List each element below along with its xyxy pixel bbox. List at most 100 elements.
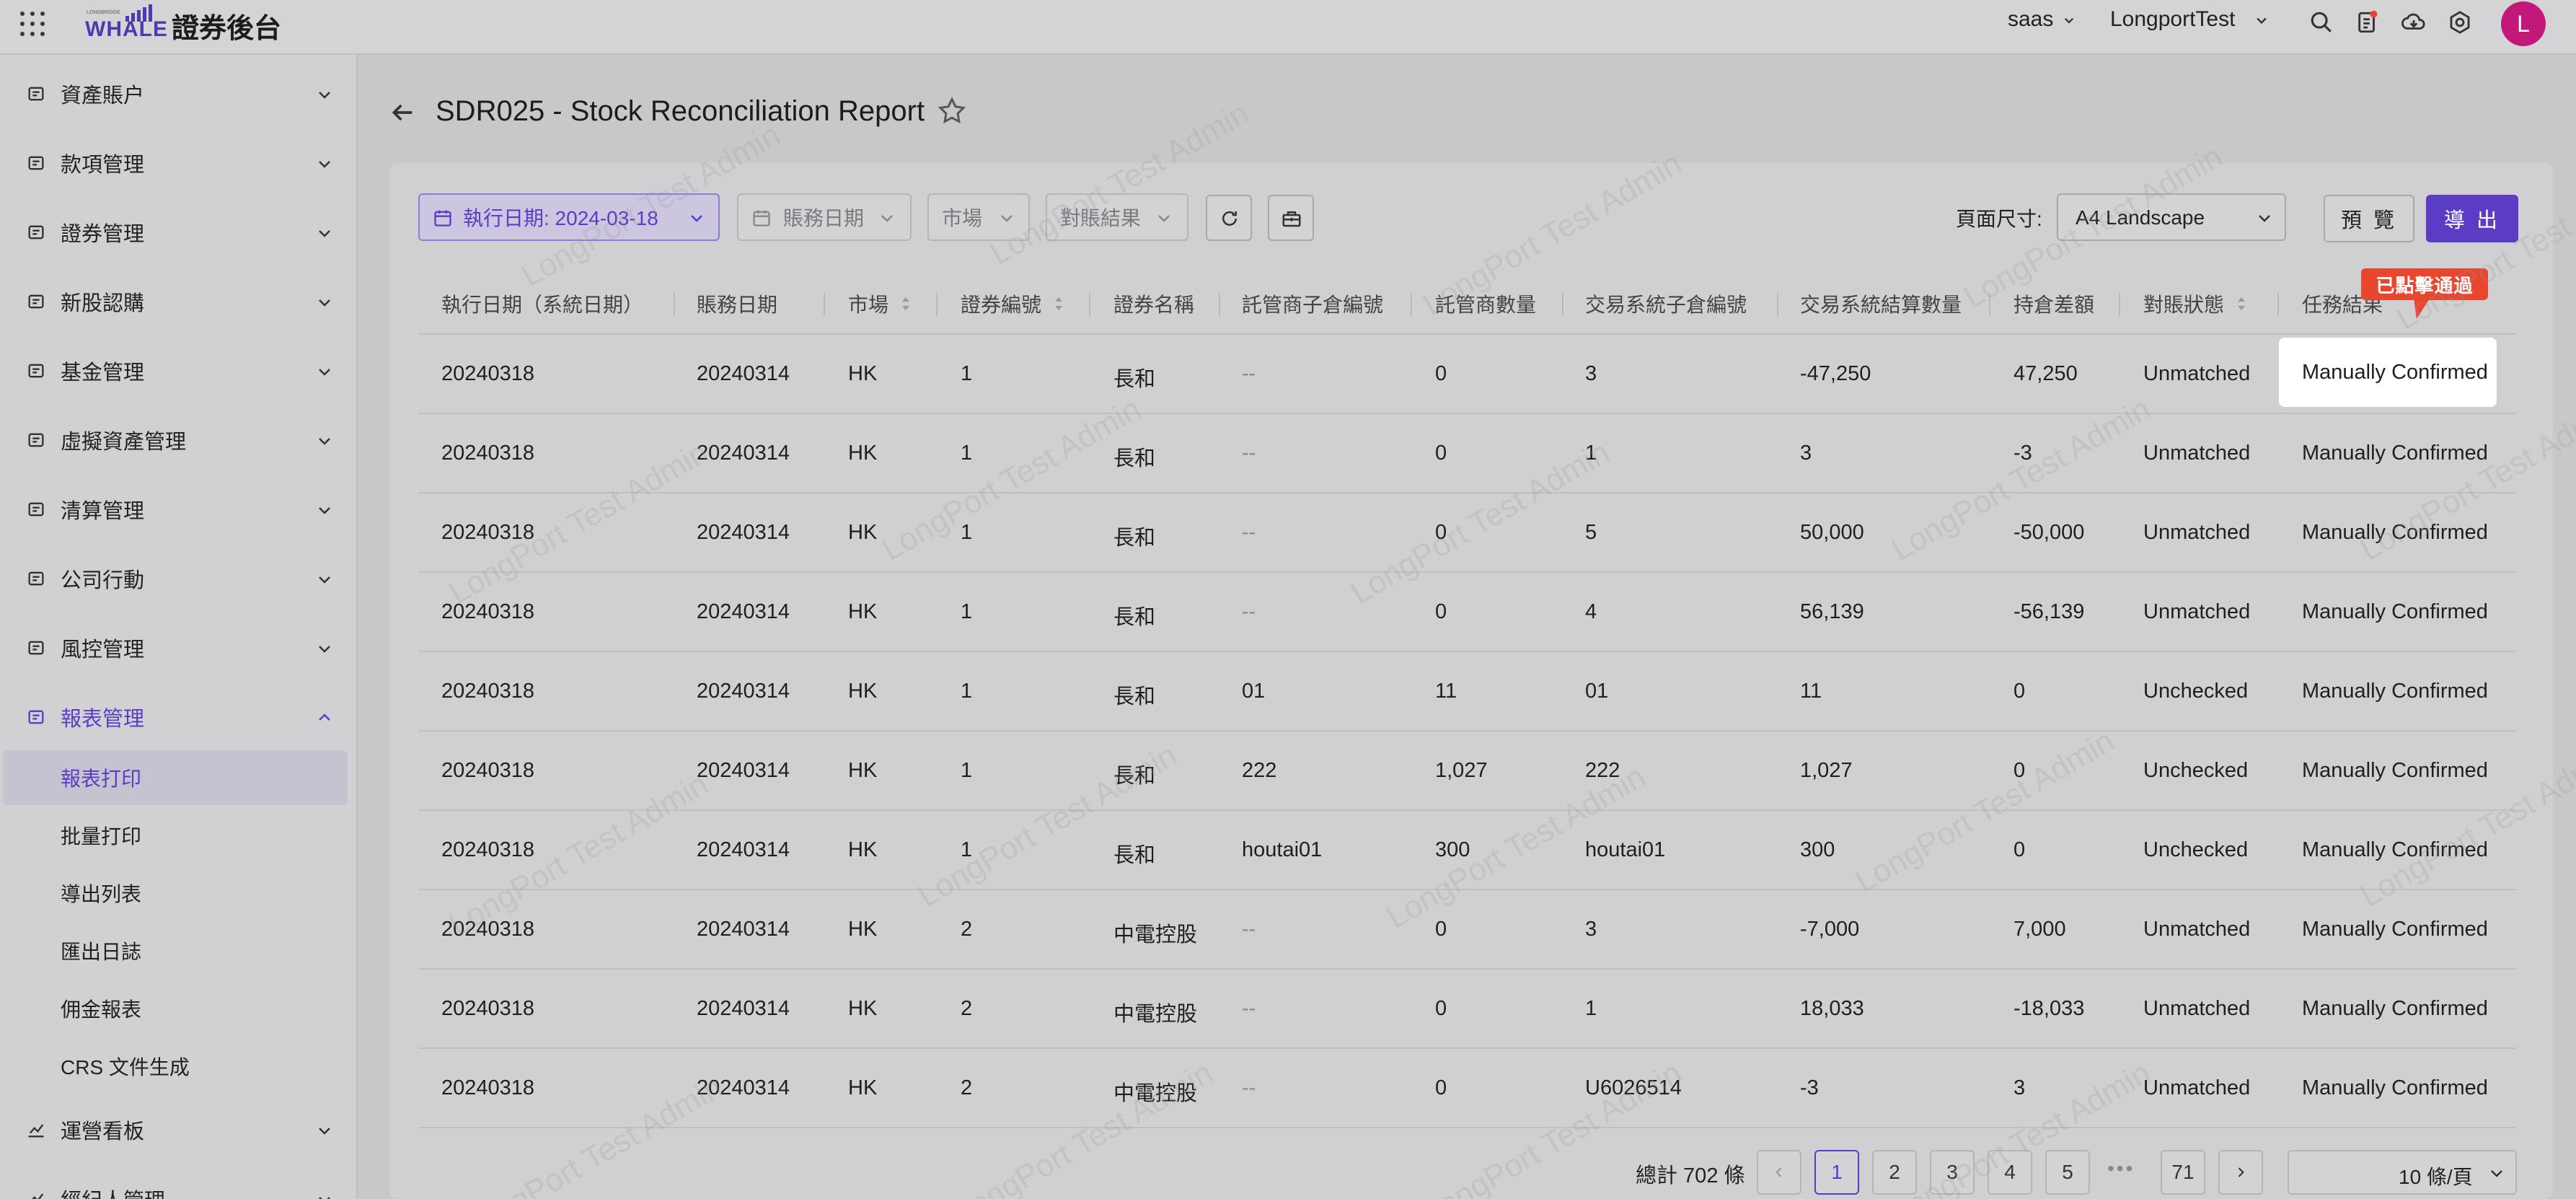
sidebar-item-3[interactable]: 證券管理 bbox=[0, 207, 358, 258]
sidebar-item-8[interactable]: 公司行動 bbox=[0, 553, 358, 604]
page-last[interactable]: 71 bbox=[2161, 1150, 2205, 1195]
avatar[interactable]: L bbox=[2501, 1, 2546, 46]
pagination-ellipsis[interactable]: ••• bbox=[2107, 1157, 2135, 1180]
table-cell: 222 bbox=[1585, 759, 1620, 782]
market-filter[interactable]: 市場 bbox=[927, 193, 1030, 241]
sidebar-subitem-2[interactable]: 批量打印 bbox=[0, 808, 358, 863]
sidebar-item-4[interactable]: 新股認購 bbox=[0, 276, 358, 327]
toolbox-button[interactable] bbox=[1268, 195, 1314, 241]
pagination-total: 總計 702 條 bbox=[1636, 1164, 1745, 1187]
sidebar-item-after-1[interactable]: 運營看板 bbox=[0, 1104, 358, 1155]
page-4[interactable]: 4 bbox=[1988, 1150, 2032, 1195]
apps-grid-icon[interactable] bbox=[20, 12, 46, 38]
sidebar-item-1[interactable]: 資產賬户 bbox=[0, 69, 358, 119]
sidebar-subitem-4[interactable]: 匯出日誌 bbox=[0, 923, 358, 978]
account-date-label: 賬務日期 bbox=[783, 207, 865, 229]
table-cell: Manually Confirmed bbox=[2302, 918, 2488, 941]
sidebar-item-9[interactable]: 風控管理 bbox=[0, 623, 358, 673]
sidebar-subitem-6[interactable]: CRS 文件生成 bbox=[0, 1039, 358, 1094]
account-date-filter[interactable]: 賬務日期 bbox=[737, 193, 912, 241]
column-header-label: 賬務日期 bbox=[697, 294, 778, 316]
sort-icon[interactable] bbox=[900, 294, 912, 314]
sidebar-item-after-2[interactable]: 經紀人管理 bbox=[0, 1174, 358, 1199]
page-size-label: 頁面尺寸: bbox=[1956, 208, 2042, 230]
search-icon[interactable] bbox=[2309, 10, 2334, 35]
settings-icon[interactable] bbox=[2448, 10, 2472, 35]
table-cell: 長和 bbox=[1113, 844, 1156, 867]
table-row[interactable]: 20240318 20240314 HK 2 中電控股 -- 0 3 -7,000 7,000 Un… bbox=[418, 889, 2517, 968]
chevron-down-icon bbox=[316, 224, 333, 241]
table-row[interactable]: 20240318 20240314 HK 2 中電控股 -- 0 U6026514 -3 3 Unm… bbox=[418, 1048, 2517, 1127]
table-cell: -47,250 bbox=[1800, 362, 1871, 385]
prev-page-button[interactable] bbox=[1757, 1150, 1801, 1195]
next-page-button[interactable] bbox=[2218, 1150, 2263, 1195]
sidebar-item-2[interactable]: 款項管理 bbox=[0, 138, 358, 188]
table-row[interactable]: 20240318 20240314 HK 1 長和 -- 0 1 3 -3 Unmatched Man… bbox=[418, 413, 2517, 492]
column-header: 交易系統子倉編號 bbox=[1585, 274, 1747, 333]
table-cell: HK bbox=[848, 680, 878, 703]
chevron-down-icon bbox=[316, 639, 333, 656]
sidebar-item-6[interactable]: 虛擬資產管理 bbox=[0, 415, 358, 465]
header-separator bbox=[1777, 293, 1778, 316]
sidebar-item-label: 證券管理 bbox=[61, 223, 145, 246]
table-cell: 長和 bbox=[1113, 368, 1156, 391]
table-cell: -- bbox=[1242, 521, 1256, 544]
back-arrow-icon[interactable] bbox=[388, 98, 417, 127]
sidebar-subitem-3[interactable]: 導出列表 bbox=[0, 866, 358, 921]
table-cell: Manually Confirmed bbox=[2302, 1076, 2488, 1099]
wallet-icon bbox=[26, 84, 46, 104]
sidebar-item-10[interactable]: 報表管理 bbox=[0, 692, 358, 742]
table-row[interactable]: 20240318 20240314 HK 1 長和 houtai01 300 houtai01… bbox=[418, 809, 2517, 889]
tenant-switcher[interactable]: saas bbox=[2008, 7, 2076, 32]
header-separator bbox=[1219, 293, 1220, 316]
table-cell: 0 bbox=[2013, 838, 2026, 861]
column-header-label: 證券編號 bbox=[961, 294, 1042, 316]
page-3[interactable]: 3 bbox=[1930, 1150, 1975, 1195]
toolbox-icon bbox=[1282, 211, 1301, 227]
column-header[interactable]: 證券編號 bbox=[961, 274, 1064, 333]
column-header[interactable]: 市場 bbox=[848, 274, 912, 333]
page-1[interactable]: 1 bbox=[1814, 1150, 1859, 1195]
tenant-label: saas bbox=[2008, 7, 2054, 31]
table-cell: houtai01 bbox=[1585, 838, 1666, 861]
table-row[interactable]: 20240318 20240314 HK 1 長和 -- 0 4 56,139 -56,139 Un… bbox=[418, 571, 2517, 651]
refresh-button[interactable] bbox=[1206, 195, 1252, 241]
sidebar-item-label: 報表管理 bbox=[61, 708, 145, 731]
page-5[interactable]: 5 bbox=[2045, 1150, 2090, 1195]
table-cell: 2 bbox=[961, 997, 973, 1020]
cloud-download-icon[interactable] bbox=[2401, 10, 2426, 35]
preview-button[interactable]: 預 覽 bbox=[2324, 195, 2414, 242]
column-header[interactable]: 對賬狀態 bbox=[2143, 274, 2247, 333]
table-row[interactable]: 20240318 20240314 HK 1 長和 -- 0 3 -47,250 47,250 Un… bbox=[418, 333, 2517, 413]
table-row[interactable]: 20240318 20240314 HK 1 長和 222 1,027 222 1,027 0 Un… bbox=[418, 730, 2517, 809]
chevron-down-icon bbox=[1158, 215, 1170, 222]
export-button[interactable]: 導 出 bbox=[2426, 195, 2518, 242]
table-row[interactable]: 20240318 20240314 HK 1 長和 01 11 01 11 0 Unchecked M… bbox=[418, 651, 2517, 730]
sort-icon[interactable] bbox=[1053, 294, 1064, 314]
sidebar-item-5[interactable]: 基金管理 bbox=[0, 346, 358, 396]
column-header: 執行日期（系統日期） bbox=[441, 274, 643, 333]
brand-title: 證券後台 bbox=[172, 14, 282, 44]
user-switcher[interactable]: LongportTest bbox=[2110, 7, 2269, 32]
table-row[interactable]: 20240318 20240314 HK 1 長和 -- 0 5 50,000 -50,000 Un… bbox=[418, 492, 2517, 571]
table-cell: HK bbox=[848, 838, 878, 861]
result-filter[interactable]: 對賬結果 bbox=[1046, 193, 1188, 241]
table-cell: Manually Confirmed bbox=[2302, 521, 2488, 544]
table-cell: 4 bbox=[1585, 600, 1597, 623]
notification-doc-icon[interactable] bbox=[2355, 10, 2380, 35]
sidebar-subitem-5[interactable]: 佣金報表 bbox=[0, 981, 358, 1036]
page-size-select[interactable]: A4 Landscape bbox=[2057, 193, 2286, 241]
sidebar-subitem-1[interactable]: 報表打印 bbox=[3, 750, 348, 805]
calendar-icon bbox=[434, 210, 451, 227]
table-row[interactable]: 20240318 20240314 HK 2 中電控股 -- 0 1 18,033 -18,033… bbox=[418, 968, 2517, 1048]
sidebar-item-label: 風控管理 bbox=[61, 638, 145, 662]
table-cell: -7,000 bbox=[1800, 918, 1860, 941]
table-cell: HK bbox=[848, 362, 878, 385]
page-2[interactable]: 2 bbox=[1872, 1150, 1917, 1195]
table-cell: 20240314 bbox=[697, 600, 790, 623]
sidebar-item-7[interactable]: 清算管理 bbox=[0, 484, 358, 535]
per-page-select[interactable]: 10 條/頁 bbox=[2288, 1150, 2517, 1195]
favorite-star-icon[interactable] bbox=[936, 95, 968, 127]
sort-icon[interactable] bbox=[2236, 294, 2247, 314]
exec-date-filter[interactable]: 執行日期: 2024-03-18 bbox=[418, 193, 720, 241]
